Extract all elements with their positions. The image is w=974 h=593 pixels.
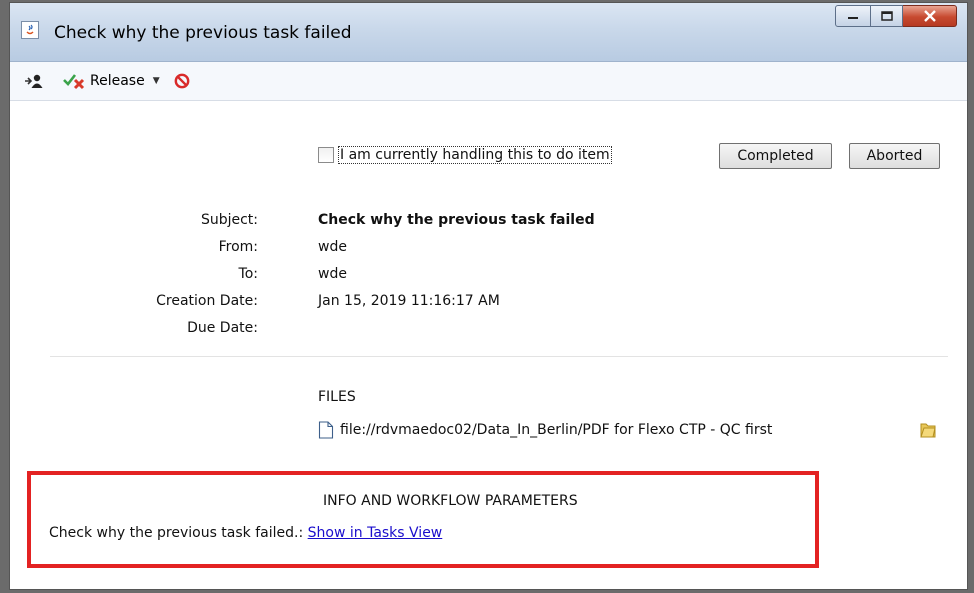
show-in-tasks-view-link[interactable]: Show in Tasks View (308, 525, 443, 541)
minimize-icon (848, 17, 858, 19)
from-label: From: (218, 239, 258, 255)
params-title: INFO AND WORKFLOW PARAMETERS (323, 493, 578, 509)
title-bar[interactable]: Check why the previous task failed (10, 3, 967, 62)
release-button[interactable]: Release ▼ (62, 72, 160, 90)
files-title: FILES (318, 389, 356, 405)
release-icon (63, 74, 85, 90)
cancel-button[interactable] (174, 73, 190, 89)
task-window: Check why the previous task failed Relea… (9, 2, 968, 590)
subject-row: Subject: Check why the previous task fai… (10, 212, 910, 234)
creation-date-row: Creation Date: Jan 15, 2019 11:16:17 AM (10, 293, 910, 315)
java-app-icon (21, 21, 39, 39)
creation-date-value: Jan 15, 2019 11:16:17 AM (318, 293, 500, 309)
folder-icon[interactable] (920, 421, 936, 443)
file-path[interactable]: file://rdvmaedoc02/Data_In_Berlin/PDF fo… (340, 422, 772, 438)
assign-user-button[interactable] (24, 73, 44, 89)
params-row: Check why the previous task failed.: Sho… (49, 525, 442, 541)
minimize-button[interactable] (835, 5, 871, 27)
to-value: wde (318, 266, 347, 282)
maximize-icon (880, 11, 893, 21)
section-divider (50, 356, 948, 357)
subject-label: Subject: (200, 212, 258, 228)
aborted-button[interactable]: Aborted (849, 143, 940, 169)
params-row-label: Check why the previous task failed.: (49, 525, 304, 541)
params-highlight-box (27, 471, 819, 568)
file-icon (318, 421, 334, 439)
close-button[interactable] (903, 5, 957, 27)
from-row: From: wde (10, 239, 910, 261)
release-label: Release (90, 73, 145, 89)
handling-label[interactable]: I am currently handling this to do item (338, 146, 612, 164)
assign-user-icon (25, 74, 43, 88)
creation-date-label: Creation Date: (156, 293, 258, 309)
due-date-row: Due Date: (10, 320, 910, 342)
task-content: I am currently handling this to do item … (10, 101, 967, 589)
handling-checkbox-row[interactable]: I am currently handling this to do item (318, 146, 612, 164)
to-row: To: wde (10, 266, 910, 288)
from-value: wde (318, 239, 347, 255)
window-title: Check why the previous task failed (54, 23, 352, 43)
cancel-icon (174, 73, 190, 89)
handling-checkbox[interactable] (318, 147, 334, 163)
maximize-button[interactable] (871, 5, 903, 27)
chevron-down-icon[interactable]: ▼ (153, 76, 160, 86)
completed-button[interactable]: Completed (719, 143, 832, 169)
subject-value: Check why the previous task failed (318, 212, 595, 228)
to-label: To: (238, 266, 258, 282)
close-icon (923, 10, 936, 22)
file-item[interactable]: file://rdvmaedoc02/Data_In_Berlin/PDF fo… (318, 421, 772, 439)
window-controls (835, 5, 957, 29)
toolbar: Release ▼ (10, 62, 967, 101)
due-date-label: Due Date: (187, 320, 258, 336)
